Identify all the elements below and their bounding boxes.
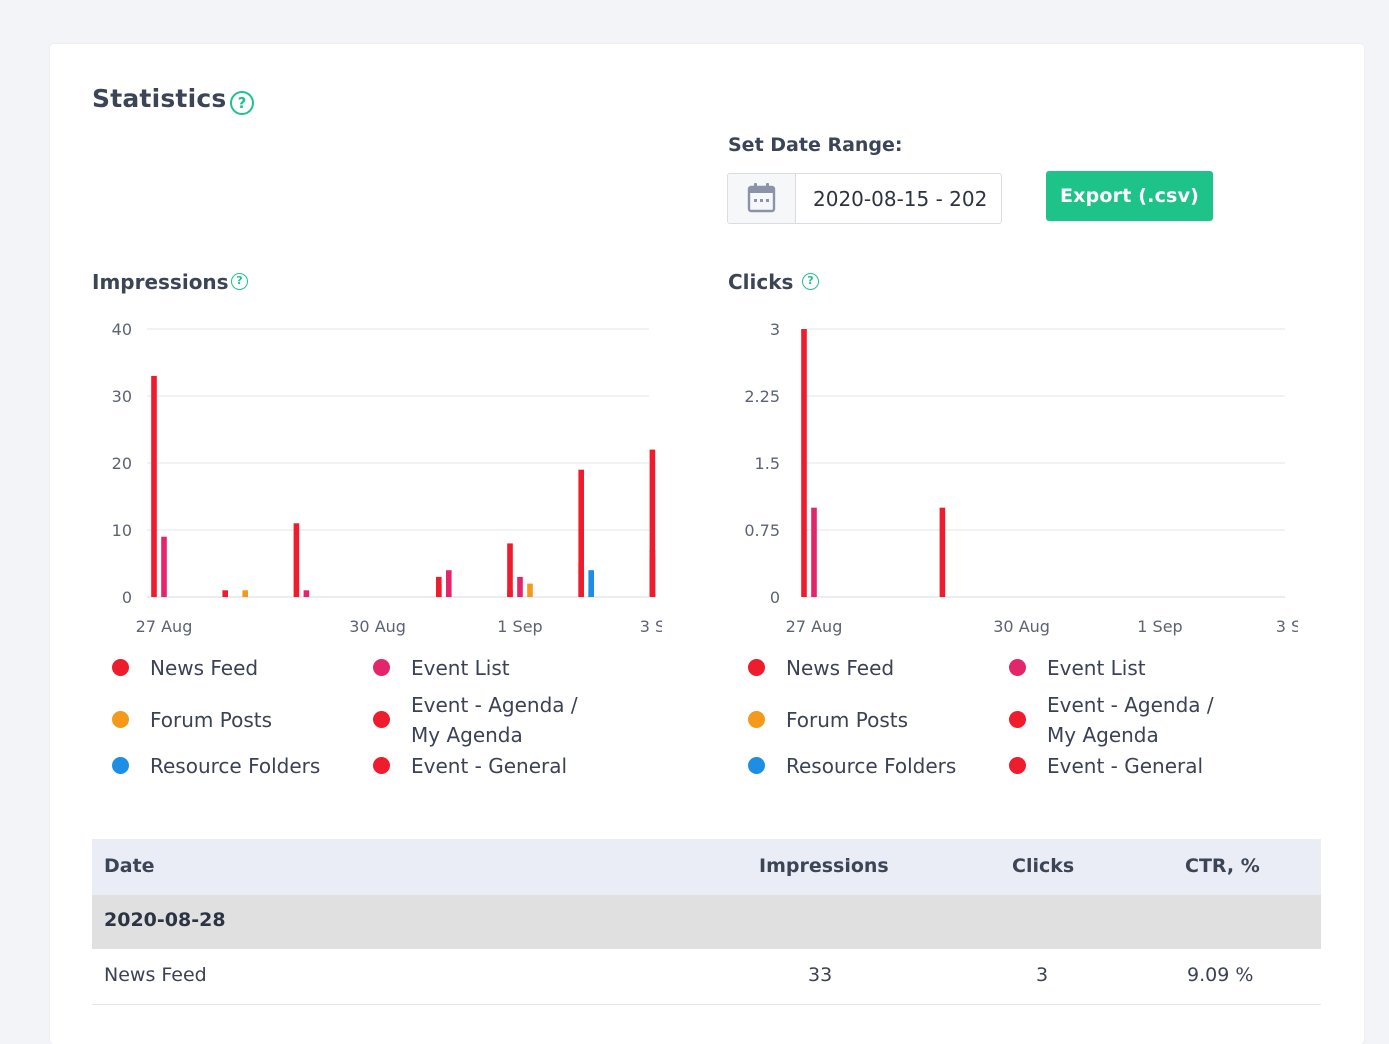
legend-label[interactable]: News Feed bbox=[150, 653, 258, 683]
legend-dot bbox=[1009, 711, 1026, 728]
clicks-legend: News Feed Event List Forum Posts Event - Ag… bbox=[748, 650, 1308, 790]
calendar-button[interactable] bbox=[728, 174, 796, 223]
bar[interactable] bbox=[436, 583, 442, 597]
legend-dot bbox=[748, 711, 765, 728]
date-group-row[interactable]: 2020-08-28 bbox=[92, 895, 1321, 949]
x-tick-label: 30 Aug bbox=[349, 617, 406, 636]
date-range-label: Set Date Range: bbox=[728, 134, 903, 156]
x-tick-label: 27 Aug bbox=[136, 617, 193, 636]
date-range-picker[interactable]: 2020-08-15 - 202 bbox=[727, 173, 1002, 224]
legend-label[interactable]: Forum Posts bbox=[786, 705, 908, 735]
y-tick-label: 30 bbox=[112, 387, 132, 406]
legend-dot bbox=[112, 711, 129, 728]
bar[interactable] bbox=[507, 543, 513, 597]
row-impressions: 33 bbox=[808, 964, 833, 986]
y-tick-label: 3 bbox=[770, 320, 780, 339]
legend-dot bbox=[1009, 659, 1026, 676]
y-tick-label: 0 bbox=[770, 588, 780, 607]
y-tick-label: 1.5 bbox=[755, 454, 780, 473]
y-tick-label: 10 bbox=[112, 521, 132, 540]
clicks-title: Clicks bbox=[728, 270, 794, 294]
clicks-chart: 3 2.25 1.5 0.75 0 27 Aug 30 Aug 1 Sep 3 Sep bbox=[744, 320, 1298, 636]
impressions-help-icon[interactable]: ? bbox=[231, 273, 248, 290]
x-tick-label: 3 Sep bbox=[1276, 617, 1298, 636]
legend-label[interactable]: Resource Folders bbox=[786, 751, 956, 781]
legend-dot bbox=[373, 757, 390, 774]
legend-label[interactable]: Event - Agenda / bbox=[1047, 690, 1214, 720]
row-ctr: 9.09 % bbox=[1187, 964, 1254, 986]
x-tick-label: 27 Aug bbox=[786, 617, 843, 636]
legend-label[interactable]: Event List bbox=[411, 653, 510, 683]
legend-dot bbox=[373, 711, 390, 728]
x-tick-label: 1 Sep bbox=[1137, 617, 1182, 636]
row-clicks: 3 bbox=[1036, 964, 1049, 986]
legend-dot bbox=[112, 659, 129, 676]
bar[interactable] bbox=[507, 590, 513, 597]
bar[interactable] bbox=[939, 507, 946, 597]
bar[interactable] bbox=[517, 576, 523, 597]
legend-dot bbox=[373, 659, 390, 676]
header-clicks[interactable]: Clicks bbox=[1012, 855, 1074, 877]
x-tick-label: 30 Aug bbox=[993, 617, 1050, 636]
legend-dot bbox=[748, 659, 765, 676]
table-row[interactable]: News Feed 33 3 9.09 % bbox=[92, 949, 1321, 1005]
bar[interactable] bbox=[242, 590, 248, 597]
legend-label[interactable]: News Feed bbox=[786, 653, 894, 683]
legend-label[interactable]: Event List bbox=[1047, 653, 1146, 683]
y-tick-label: 0.75 bbox=[744, 521, 780, 540]
clicks-help-icon[interactable]: ? bbox=[802, 273, 819, 290]
y-tick-label: 40 bbox=[112, 320, 132, 339]
calendar-icon bbox=[747, 183, 776, 213]
bar[interactable] bbox=[527, 583, 533, 597]
x-tick-label: 1 Sep bbox=[497, 617, 542, 636]
y-tick-label: 20 bbox=[112, 454, 132, 473]
bar[interactable] bbox=[151, 375, 157, 597]
bar[interactable] bbox=[578, 563, 584, 598]
header-date[interactable]: Date bbox=[104, 855, 155, 877]
group-date: 2020-08-28 bbox=[104, 909, 226, 931]
bar[interactable] bbox=[801, 329, 807, 597]
row-name: News Feed bbox=[104, 964, 207, 986]
legend-label[interactable]: Event - Agenda / bbox=[411, 690, 578, 720]
export-csv-button[interactable]: Export (.csv) bbox=[1046, 171, 1213, 221]
page-title: Statistics bbox=[92, 84, 227, 113]
bar[interactable] bbox=[293, 523, 300, 597]
bar[interactable] bbox=[649, 556, 656, 597]
bar[interactable] bbox=[446, 570, 452, 597]
legend-label[interactable]: Resource Folders bbox=[150, 751, 320, 781]
legend-dot bbox=[748, 757, 765, 774]
x-tick-label: 3 Sep bbox=[640, 617, 662, 636]
legend-label[interactable]: Event - General bbox=[411, 751, 567, 781]
legend-dot bbox=[112, 757, 129, 774]
header-ctr[interactable]: CTR, % bbox=[1185, 855, 1260, 877]
help-icon[interactable]: ? bbox=[230, 91, 254, 115]
legend-label[interactable]: My Agenda bbox=[1047, 720, 1159, 750]
bar[interactable] bbox=[222, 590, 228, 597]
impressions-chart: 40 30 20 10 027 Aug 30 Aug 1 Sep 3 Sep bbox=[112, 320, 662, 636]
legend-label[interactable]: My Agenda bbox=[411, 720, 523, 750]
impressions-legend: News Feed Event List Forum Posts Event - Ag… bbox=[112, 650, 672, 790]
date-range-input[interactable]: 2020-08-15 - 202 bbox=[813, 187, 987, 211]
bar[interactable] bbox=[303, 590, 310, 597]
bar[interactable] bbox=[161, 536, 167, 597]
y-tick-label: 2.25 bbox=[744, 387, 780, 406]
y-tick-label: 0 bbox=[122, 588, 132, 607]
legend-label[interactable]: Event - General bbox=[1047, 751, 1203, 781]
impressions-title: Impressions bbox=[92, 270, 229, 294]
bar[interactable] bbox=[811, 507, 817, 597]
table-header: Date Impressions Clicks CTR, % bbox=[92, 839, 1321, 895]
bar[interactable] bbox=[588, 570, 594, 597]
header-impressions[interactable]: Impressions bbox=[759, 855, 889, 877]
legend-dot bbox=[1009, 757, 1026, 774]
legend-label[interactable]: Forum Posts bbox=[150, 705, 272, 735]
